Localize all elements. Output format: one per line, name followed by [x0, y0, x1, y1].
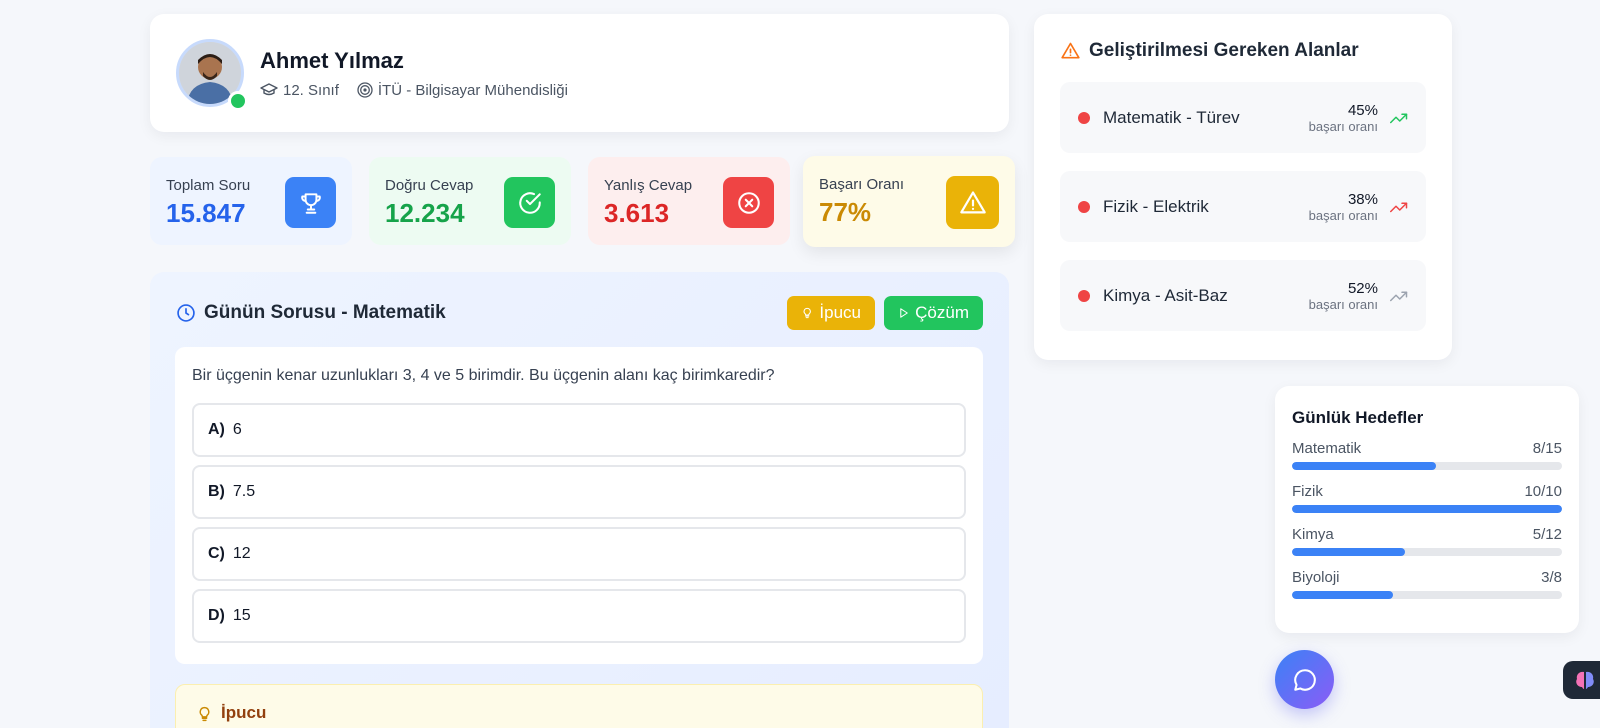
lightbulb-icon [199, 706, 210, 722]
goal-item: Fizik 10/10 [1292, 483, 1562, 513]
hint-box: İpucu [175, 684, 983, 728]
ai-assistant-button[interactable] [1563, 661, 1600, 699]
progress-bar [1292, 591, 1562, 599]
graduation-cap-icon [260, 83, 278, 96]
daily-question-panel: Günün Sorusu - Matematik İpucu Çözüm Bir… [150, 272, 1009, 728]
solution-button-label: Çözüm [915, 303, 969, 322]
user-name: Ahmet Yılmaz [260, 47, 404, 73]
option-b[interactable]: B) 7.5 [192, 465, 966, 519]
progress-bar [1292, 462, 1562, 470]
goal-progress: 8/15 [1532, 440, 1562, 457]
goal-item: Matematik 8/15 [1292, 440, 1562, 470]
daily-goals-card: Günlük Hedefler Matematik 8/15 Fizik 10/10… [1275, 386, 1579, 633]
option-value: 12 [232, 545, 251, 562]
goal-subject: Biyoloji [1292, 569, 1340, 586]
status-dot [1078, 111, 1090, 124]
target-info: İTÜ - Bilgisayar Mühendisliği [357, 82, 568, 99]
stat-card-correct: Doğru Cevap 12.234 [369, 157, 571, 245]
goal-item: Biyoloji 3/8 [1292, 569, 1562, 599]
warning-icon [1061, 42, 1080, 59]
stat-card-total: Toplam Soru 15.847 [150, 157, 352, 245]
brain-icon [1576, 671, 1594, 689]
improvement-item[interactable]: Fizik - Elektrik 38% başarı oranı [1060, 171, 1426, 242]
goal-subject: Fizik [1292, 483, 1323, 500]
question-body: Bir üçgenin kenar uzunlukları 3, 4 ve 5 … [175, 347, 983, 664]
avatar[interactable] [176, 39, 248, 111]
profile-card: Ahmet Yılmaz 12. Sınıf İTÜ - Bilgisayar … [150, 14, 1009, 132]
goal-subject: Kimya [1292, 526, 1334, 543]
option-c[interactable]: C) 12 [192, 527, 966, 581]
goals-title: Günlük Hedefler [1292, 408, 1424, 427]
improvement-title: Geliştirilmesi Gereken Alanlar [1089, 40, 1359, 61]
clock-icon [177, 304, 195, 322]
target-icon [357, 82, 373, 98]
trophy-icon [285, 177, 336, 228]
trend-up-icon [1390, 291, 1408, 301]
goal-progress: 10/10 [1524, 483, 1562, 500]
progress-bar [1292, 548, 1562, 556]
topic-percentage: 38% [1347, 190, 1378, 208]
option-d[interactable]: D) 15 [192, 589, 966, 643]
solution-button[interactable]: Çözüm [884, 296, 983, 330]
goal-item: Kimya 5/12 [1292, 526, 1562, 556]
chat-bubble-icon [1293, 668, 1316, 691]
trend-up-icon [1390, 202, 1408, 212]
improvement-areas-card: Geliştirilmesi Gereken Alanlar Matematik… [1034, 14, 1452, 360]
topic-name: Kimya - Asit-Baz [1103, 285, 1228, 305]
option-letter: A) [208, 421, 225, 438]
question-title: Günün Sorusu - Matematik [204, 302, 446, 323]
topic-percentage: 52% [1347, 279, 1378, 297]
option-value: 7.5 [232, 483, 256, 500]
grade-label: 12. Sınıf [283, 81, 339, 99]
target-label: İTÜ - Bilgisayar Mühendisliği [377, 81, 568, 99]
topic-name: Fizik - Elektrik [1103, 196, 1209, 216]
goal-progress: 3/8 [1541, 569, 1562, 586]
topic-name: Matematik - Türev [1103, 107, 1240, 127]
option-letter: D) [208, 607, 225, 624]
goal-subject: Matematik [1292, 440, 1362, 457]
lightbulb-icon [803, 307, 811, 319]
option-value: 15 [232, 607, 251, 624]
stat-card-success-rate: Başarı Oranı 77% [803, 156, 1015, 247]
improvement-item[interactable]: Matematik - Türev 45% başarı oranı [1060, 82, 1426, 153]
progress-fill [1292, 505, 1562, 513]
progress-fill [1292, 548, 1405, 556]
option-value: 6 [232, 421, 242, 438]
progress-bar [1292, 505, 1562, 513]
trend-up-icon [1390, 113, 1408, 123]
hint-button[interactable]: İpucu [787, 296, 875, 330]
option-letter: C) [208, 545, 225, 562]
stat-card-wrong: Yanlış Cevap 3.613 [588, 157, 790, 245]
warning-icon [946, 176, 999, 229]
improvement-item[interactable]: Kimya - Asit-Baz 52% başarı oranı [1060, 260, 1426, 331]
option-letter: B) [208, 483, 225, 500]
play-icon [900, 308, 908, 318]
goal-progress: 5/12 [1532, 526, 1562, 543]
topic-sub-label: başarı oranı [1308, 296, 1378, 312]
question-text: Bir üçgenin kenar uzunlukları 3, 4 ve 5 … [192, 367, 775, 384]
option-a[interactable]: A) 6 [192, 403, 966, 457]
progress-fill [1292, 462, 1436, 470]
status-dot [1078, 200, 1090, 213]
topic-sub-label: başarı oranı [1308, 207, 1378, 223]
status-dot [1078, 289, 1090, 302]
x-circle-icon [723, 177, 774, 228]
hint-button-label: İpucu [819, 303, 861, 322]
topic-percentage: 45% [1347, 101, 1378, 119]
grade-info: 12. Sınıf [260, 82, 339, 99]
check-circle-icon [504, 177, 555, 228]
hint-title: İpucu [221, 703, 267, 722]
chat-button[interactable] [1275, 650, 1334, 709]
topic-sub-label: başarı oranı [1308, 118, 1378, 134]
progress-fill [1292, 591, 1394, 599]
online-status-dot [228, 91, 248, 111]
